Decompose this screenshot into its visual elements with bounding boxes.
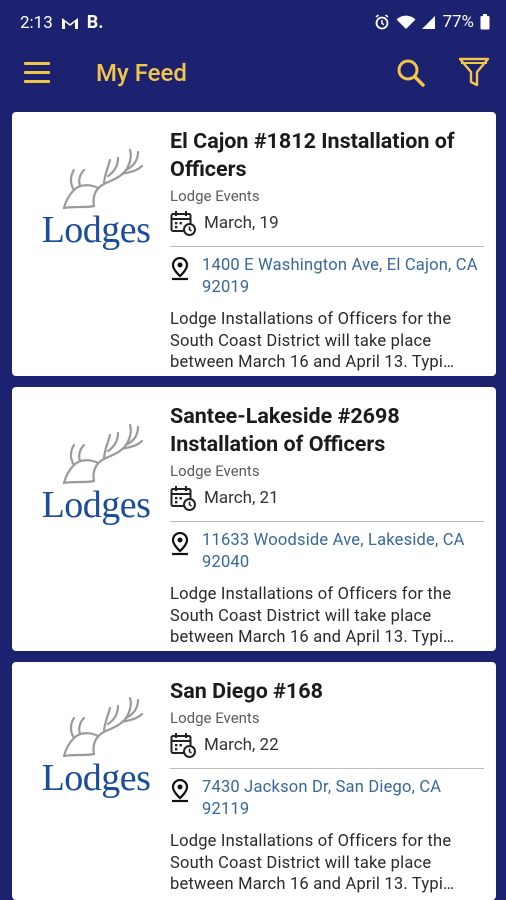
page-title: My Feed [96,59,187,87]
calendar-icon [170,486,196,511]
event-location-row: 7430 Jackson Dr, San Diego, CA 92119 [170,777,488,821]
wifi-icon [396,15,416,29]
event-date: March, 22 [204,735,279,755]
divider [170,246,484,247]
location-pin-icon [171,779,189,803]
calendar-icon [170,733,196,758]
event-card[interactable]: Lodges El Cajon #1812 Installation of Of… [12,112,496,376]
divider [170,768,484,769]
search-button[interactable] [396,58,428,90]
filter-icon [458,57,490,87]
event-category: Lodge Events [170,187,260,205]
event-title: El Cajon #1812 Installation of Officers [170,129,455,182]
event-title: San Diego #168 [170,679,323,704]
app-bar: My Feed [0,44,506,106]
event-description: Lodge Installations of Officers for the … [170,585,455,647]
location-pin-icon [171,257,189,281]
event-category: Lodge Events [170,462,260,480]
menu-icon-line [24,80,50,83]
lodge-logo: Lodges [34,696,158,814]
lodge-logo: Lodges [34,423,158,541]
alarm-icon [375,14,389,30]
event-address-link[interactable]: 1400 E Washington Ave, El Cajon, CA 9201… [202,255,488,299]
event-date: March, 21 [204,488,279,508]
lodges-logo-text: Lodges [41,209,151,251]
event-date: March, 19 [204,213,279,233]
battery-icon [480,14,490,30]
divider [170,521,484,522]
battery-percent: 77% [442,12,474,32]
lodge-logo: Lodges [34,148,158,266]
status-bar: 2:13 B. 77% [0,0,506,44]
event-description: Lodge Installations of Officers for the … [170,832,455,894]
gmail-icon [61,17,78,29]
lodges-logo-text: Lodges [41,484,151,526]
event-category: Lodge Events [170,709,260,727]
calendar-icon [170,211,196,236]
event-location-row: 1400 E Washington Ave, El Cajon, CA 9201… [170,255,488,299]
menu-icon-line [24,62,50,65]
status-time: 2:13 [20,12,53,33]
lodges-logo-text: Lodges [41,757,151,799]
event-title: Santee-Lakeside #2698 Installation of Of… [170,404,400,457]
menu-icon-line [24,71,50,74]
event-date-row: March, 19 [170,210,488,236]
location-pin-icon [171,532,189,556]
event-card[interactable]: Lodges Santee-Lakeside #2698 Installatio… [12,387,496,651]
event-description: Lodge Installations of Officers for the … [170,310,455,372]
app-notification-icon: B. [86,12,104,33]
search-icon [397,59,425,87]
event-location-row: 11633 Woodside Ave, Lakeside, CA 92040 [170,530,488,574]
menu-button[interactable] [24,62,50,84]
signal-icon [422,15,436,29]
event-address-link[interactable]: 7430 Jackson Dr, San Diego, CA 92119 [202,777,488,821]
event-address-link[interactable]: 11633 Woodside Ave, Lakeside, CA 92040 [202,530,488,574]
event-date-row: March, 22 [170,732,488,758]
filter-button[interactable] [458,56,492,90]
event-card[interactable]: Lodges San Diego #168 Lodge Events March… [12,662,496,900]
event-date-row: March, 21 [170,485,488,511]
